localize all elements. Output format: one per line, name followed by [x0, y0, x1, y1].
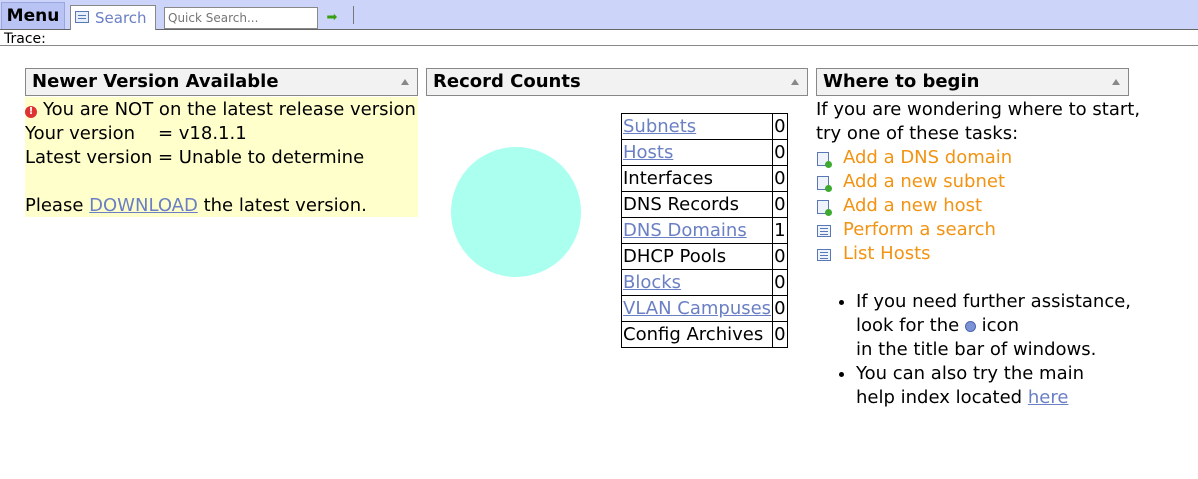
collapse-icon[interactable] [1112, 79, 1120, 85]
green-arrow-icon[interactable]: ➡ [324, 10, 340, 26]
toolbar-separator [353, 6, 354, 24]
task-item[interactable]: Add a DNS domain [816, 146, 1012, 170]
begin-panel-title: Where to begin [816, 68, 1129, 96]
latest-version-text: Latest version = Unable to determine [25, 147, 365, 168]
record-label: DNS Records [623, 194, 740, 215]
add-page-icon [817, 152, 832, 168]
task-link[interactable]: Add a DNS domain [843, 147, 1012, 168]
help-icon [964, 321, 976, 332]
begin-intro-line2: try one of these tasks: [816, 123, 1019, 144]
list-icon [817, 249, 831, 261]
warning-icon: ! [25, 106, 37, 118]
version-panel-heading: Newer Version Available [32, 71, 279, 92]
record-count: 0 [772, 295, 788, 322]
help-line: If you need further assistance, [856, 291, 1132, 312]
task-item[interactable]: Add a new subnet [816, 170, 1012, 194]
help-line: You can also try the main [856, 363, 1085, 384]
help-line: help index located [856, 387, 1023, 408]
record-count: 0 [772, 243, 788, 270]
table-row: Subnets 0 [620, 113, 788, 140]
record-count: 1 [772, 217, 788, 244]
search-tab[interactable]: Search [70, 5, 156, 30]
record-label-cell: Subnets [620, 113, 774, 140]
task-list: Add a DNS domain Add a new subnet Add a ne… [816, 146, 1012, 266]
add-page-icon [817, 176, 832, 192]
record-label-cell: DNS Records [620, 191, 774, 218]
collapse-icon[interactable] [791, 79, 799, 85]
record-label-cell: Hosts [620, 139, 774, 166]
version-notice: ! You are NOT on the latest release versi… [25, 97, 418, 217]
collapse-icon[interactable] [401, 79, 409, 85]
record-link[interactable]: DNS Domains [623, 220, 747, 241]
task-link[interactable]: Add a new host [843, 195, 982, 216]
record-label-cell: Interfaces [620, 165, 774, 192]
quick-search-input[interactable] [164, 7, 318, 29]
record-label-cell: DHCP Pools [620, 243, 774, 270]
search-tab-label: Search [95, 9, 147, 27]
your-version-text: Your version = v18.1.1 [25, 123, 247, 144]
help-item-index: You can also try the main help index loc… [856, 362, 1131, 410]
table-row: Interfaces 0 [620, 165, 788, 192]
search-form-icon [817, 225, 831, 237]
task-item[interactable]: List Hosts [816, 242, 1012, 266]
version-warning-line: ! You are NOT on the latest release versi… [25, 98, 416, 122]
table-row: VLAN Campuses 0 [620, 295, 788, 322]
record-count: 0 [772, 321, 788, 348]
begin-panel-heading: Where to begin [823, 71, 980, 92]
task-item[interactable]: Perform a search [816, 218, 1012, 242]
task-link[interactable]: Perform a search [843, 219, 996, 240]
record-label-cell: Config Archives [620, 321, 774, 348]
download-prefix: Please [25, 195, 84, 216]
record-label: Config Archives [623, 324, 764, 345]
help-item-icon: If you need further assistance, look for… [856, 290, 1131, 362]
help-line: look for the [856, 315, 960, 336]
task-item[interactable]: Add a new host [816, 194, 1012, 218]
task-link[interactable]: Add a new subnet [843, 171, 1005, 192]
begin-intro: If you are wondering where to start, try… [816, 98, 1140, 146]
help-line: icon [981, 315, 1019, 336]
table-row: DNS Domains 1 [620, 217, 788, 244]
record-count: 0 [772, 269, 788, 296]
trace-divider [0, 45, 1198, 46]
menu-button[interactable]: Menu [1, 2, 65, 29]
table-row: Blocks 0 [620, 269, 788, 296]
download-line: Please DOWNLOAD the latest version. [25, 194, 367, 218]
record-pie-chart [451, 147, 581, 277]
record-label: Interfaces [623, 168, 713, 189]
record-count: 0 [772, 165, 788, 192]
table-row: Hosts 0 [620, 139, 788, 166]
record-panel-title: Record Counts [426, 68, 808, 96]
help-line: in the title bar of windows. [856, 339, 1097, 360]
table-row: DNS Records 0 [620, 191, 788, 218]
help-index-link[interactable]: here [1028, 387, 1069, 408]
top-toolbar: Menu Search ➡ [0, 0, 1198, 30]
add-page-icon [817, 200, 832, 216]
record-counts-table: Subnets 0 Hosts 0 Interfaces 0 DNS Records 0 DNS… [620, 113, 788, 348]
search-form-icon [75, 11, 89, 23]
table-row: Config Archives 0 [620, 321, 788, 348]
record-label-cell: DNS Domains [620, 217, 774, 244]
record-count: 0 [772, 139, 788, 166]
download-suffix: the latest version. [203, 195, 367, 216]
version-warning-text: You are NOT on the latest release versio… [43, 99, 416, 120]
record-label: DHCP Pools [623, 246, 727, 267]
record-label-cell: Blocks [620, 269, 774, 296]
record-count: 0 [772, 113, 788, 140]
table-row: DHCP Pools 0 [620, 243, 788, 270]
record-link[interactable]: VLAN Campuses [623, 298, 771, 319]
download-link[interactable]: DOWNLOAD [89, 195, 198, 216]
record-label-cell: VLAN Campuses [620, 295, 774, 322]
help-list: If you need further assistance, look for… [816, 290, 1131, 410]
record-panel-heading: Record Counts [433, 71, 581, 92]
record-count: 0 [772, 191, 788, 218]
record-link[interactable]: Subnets [623, 116, 696, 137]
task-link[interactable]: List Hosts [843, 243, 931, 264]
begin-intro-line1: If you are wondering where to start, [816, 99, 1141, 120]
record-link[interactable]: Hosts [623, 142, 673, 163]
record-link[interactable]: Blocks [623, 272, 681, 293]
version-panel-title: Newer Version Available [25, 68, 418, 96]
